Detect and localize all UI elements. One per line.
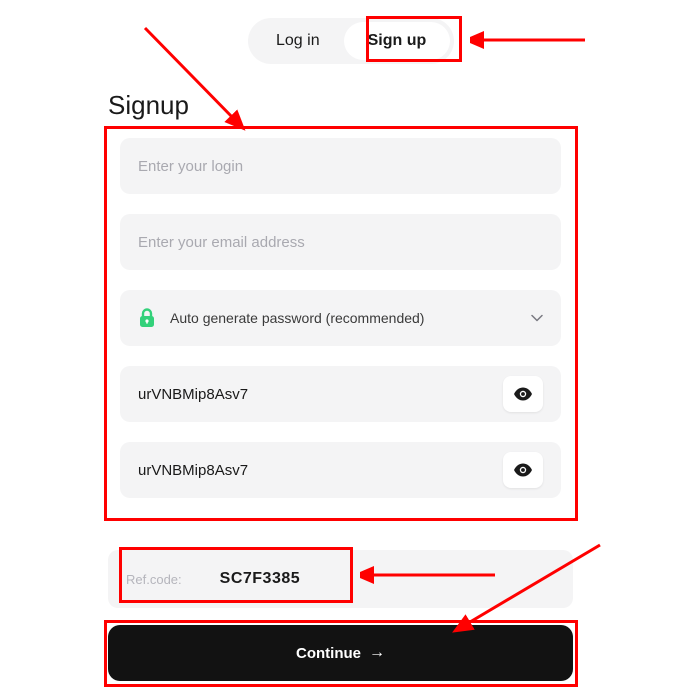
tab-login[interactable]: Log in: [252, 22, 344, 60]
annotation-arrow-icon: [135, 20, 255, 140]
page-title: Signup: [108, 90, 189, 121]
email-field-wrap: [120, 214, 561, 270]
chevron-down-icon: [531, 314, 543, 322]
continue-button[interactable]: Continue →: [108, 625, 573, 681]
tab-signup[interactable]: Sign up: [344, 22, 451, 60]
password-confirm-value: urVNBMip8Asv7: [138, 462, 248, 479]
dropdown-left: Auto generate password (recommended): [138, 308, 424, 328]
password-value: urVNBMip8Asv7: [138, 386, 248, 403]
password-field-wrap: urVNBMip8Asv7: [120, 366, 561, 422]
annotation-arrow-icon: [470, 30, 590, 50]
login-field-wrap: [120, 138, 561, 194]
arrow-right-icon: →: [369, 644, 385, 662]
toggle-password-visibility-button[interactable]: [503, 376, 543, 412]
lock-icon: [138, 308, 156, 328]
refcode-label: Ref.code:: [126, 572, 182, 587]
continue-label: Continue: [296, 645, 361, 662]
eye-icon: [513, 463, 533, 477]
password-mode-label: Auto generate password (recommended): [170, 310, 424, 326]
toggle-password-confirm-visibility-button[interactable]: [503, 452, 543, 488]
login-input[interactable]: [138, 138, 543, 194]
auth-tab-switcher: Log in Sign up: [248, 18, 454, 64]
refcode-field[interactable]: Ref.code: SC7F3385: [108, 550, 573, 608]
password-mode-dropdown[interactable]: Auto generate password (recommended): [120, 290, 561, 346]
eye-icon: [513, 387, 533, 401]
email-input[interactable]: [138, 214, 543, 270]
refcode-value: SC7F3385: [220, 570, 301, 588]
signup-form: Auto generate password (recommended) urV…: [108, 130, 573, 526]
password-confirm-field-wrap: urVNBMip8Asv7: [120, 442, 561, 498]
